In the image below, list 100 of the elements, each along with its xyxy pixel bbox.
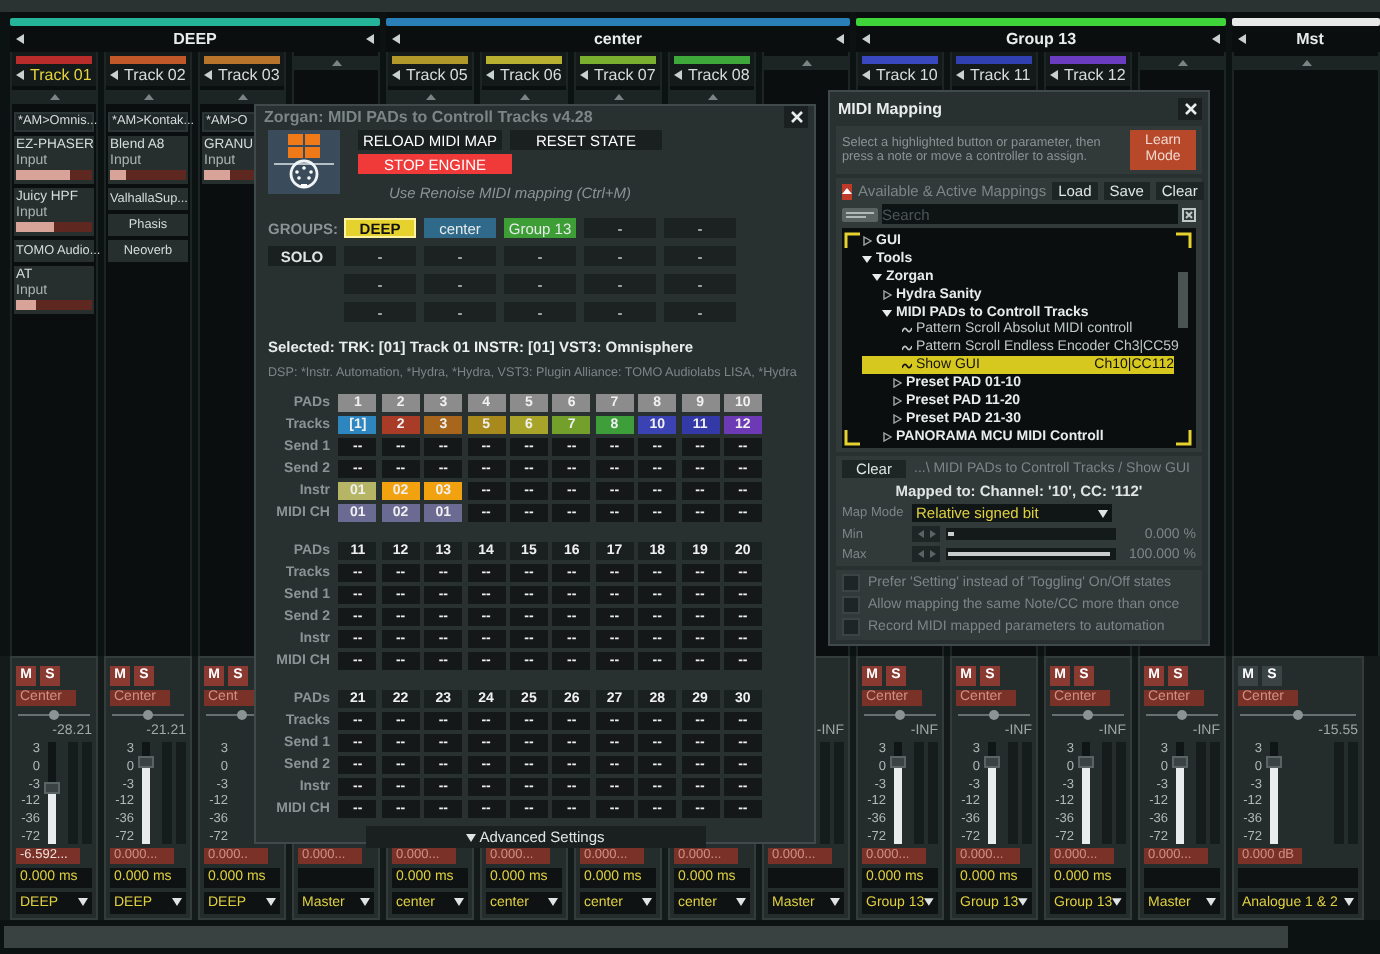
track-header[interactable]: Track 03: [200, 51, 284, 86]
parameter-slider[interactable]: [110, 169, 186, 180]
collapse-bar[interactable]: [388, 89, 472, 104]
stepper-icon[interactable]: [912, 546, 940, 562]
track-header[interactable]: Track 07: [576, 51, 660, 86]
track-name: Track 05: [406, 65, 468, 84]
collapsed-icon[interactable]: [862, 235, 872, 246]
caret-up-icon[interactable]: [1301, 59, 1311, 66]
expanded-icon[interactable]: [882, 307, 892, 317]
caret-up-icon[interactable]: [1177, 59, 1187, 66]
pan-slider[interactable]: [862, 709, 938, 720]
volume-fader[interactable]: [1176, 741, 1184, 844]
collapse-bar[interactable]: [670, 89, 754, 104]
collapsed-icon[interactable]: [892, 413, 902, 424]
stepper-icon[interactable]: [912, 526, 940, 542]
collapse-bar[interactable]: [106, 89, 190, 104]
horizontal-scrollbar[interactable]: [4, 926, 1376, 949]
scrollbar[interactable]: [1178, 272, 1188, 328]
delay-field[interactable]: [298, 867, 374, 888]
caret-down-icon: [830, 898, 840, 907]
delay-field[interactable]: [1238, 867, 1358, 888]
collapsed-icon[interactable]: [892, 395, 902, 406]
caret-left-icon[interactable]: [204, 69, 212, 80]
parameter-slider[interactable]: [16, 221, 92, 232]
caret-up-icon: [842, 188, 852, 194]
caret-up-icon[interactable]: [331, 59, 341, 66]
range-slider[interactable]: [946, 528, 1116, 540]
volume-fader[interactable]: [1082, 741, 1090, 844]
caret-left-icon[interactable]: [392, 69, 400, 80]
caret-down-icon: [465, 833, 476, 841]
delay-field[interactable]: [768, 867, 844, 888]
caret-left-icon[interactable]: [862, 33, 870, 44]
track-header[interactable]: Track 06: [482, 51, 566, 86]
parameter-slider[interactable]: [16, 299, 92, 310]
collapse-bar[interactable]: [12, 89, 96, 104]
collapsed-icon[interactable]: [892, 378, 902, 389]
track-header[interactable]: Track 02: [106, 51, 190, 86]
pan-slider[interactable]: [110, 709, 186, 720]
close-icon: [1183, 102, 1197, 116]
close-icon: [789, 110, 803, 124]
caret-left-icon[interactable]: [1212, 33, 1220, 44]
volume-fader[interactable]: [1270, 741, 1278, 844]
volume-fader[interactable]: [48, 741, 56, 844]
collapse-bar[interactable]: [764, 55, 848, 70]
caret-up-icon[interactable]: [49, 93, 59, 100]
group-name: Mst: [1296, 29, 1324, 48]
caret-left-icon[interactable]: [392, 33, 400, 44]
caret-left-icon[interactable]: [16, 33, 24, 44]
caret-up-icon[interactable]: [425, 93, 435, 100]
caret-up-icon[interactable]: [707, 93, 717, 100]
delay-field[interactable]: [1144, 867, 1220, 888]
volume-fader[interactable]: [142, 741, 150, 844]
expanded-icon[interactable]: [862, 253, 872, 264]
close-button[interactable]: [1178, 98, 1202, 120]
caret-up-icon[interactable]: [613, 93, 623, 100]
track-header[interactable]: Track 10: [858, 51, 942, 86]
checkbox[interactable]: [842, 596, 860, 614]
track-header[interactable]: Track 08: [670, 51, 754, 86]
pan-slider[interactable]: [1238, 709, 1358, 720]
caret-left-icon[interactable]: [956, 69, 964, 80]
collapse-bar[interactable]: [294, 55, 378, 70]
parameter-slider[interactable]: [16, 169, 92, 180]
checkbox[interactable]: [842, 574, 860, 592]
caret-down-icon: [1344, 898, 1354, 907]
pan-slider[interactable]: [1144, 709, 1220, 720]
track-header[interactable]: Track 01: [12, 51, 96, 86]
caret-left-icon[interactable]: [110, 69, 118, 80]
caret-left-icon[interactable]: [674, 69, 682, 80]
caret-up-icon[interactable]: [801, 59, 811, 66]
collapse-bar[interactable]: [576, 89, 660, 104]
caret-up-icon[interactable]: [237, 93, 247, 100]
pan-slider[interactable]: [956, 709, 1032, 720]
track-header[interactable]: Track 05: [388, 51, 472, 86]
clear-search-icon[interactable]: [1182, 207, 1196, 221]
caret-left-icon[interactable]: [835, 33, 844, 44]
collapsed-icon[interactable]: [882, 431, 892, 442]
caret-left-icon[interactable]: [486, 69, 494, 80]
checkbox[interactable]: [842, 618, 860, 636]
caret-left-icon[interactable]: [16, 69, 24, 80]
caret-left-icon[interactable]: [365, 33, 374, 44]
expanded-icon[interactable]: [872, 271, 882, 282]
collapse-bar[interactable]: [482, 89, 566, 104]
range-slider[interactable]: [946, 548, 1116, 560]
caret-up-icon[interactable]: [143, 93, 153, 100]
pan-slider[interactable]: [16, 709, 92, 720]
track-header[interactable]: Track 12: [1046, 51, 1130, 86]
caret-left-icon[interactable]: [862, 69, 870, 80]
caret-left-icon[interactable]: [1050, 69, 1058, 80]
collapse-bar[interactable]: [200, 89, 284, 104]
caret-left-icon[interactable]: [580, 69, 588, 80]
caret-up-icon[interactable]: [519, 93, 529, 100]
pan-slider[interactable]: [1050, 709, 1126, 720]
volume-fader[interactable]: [894, 741, 902, 844]
collapse-bar[interactable]: [1140, 55, 1224, 70]
caret-left-icon[interactable]: [1238, 33, 1246, 44]
collapse-toggle[interactable]: [842, 183, 852, 199]
track-header[interactable]: Track 11: [952, 51, 1036, 86]
volume-fader[interactable]: [988, 741, 996, 844]
collapsed-icon[interactable]: [882, 289, 892, 300]
close-button[interactable]: [784, 106, 808, 128]
